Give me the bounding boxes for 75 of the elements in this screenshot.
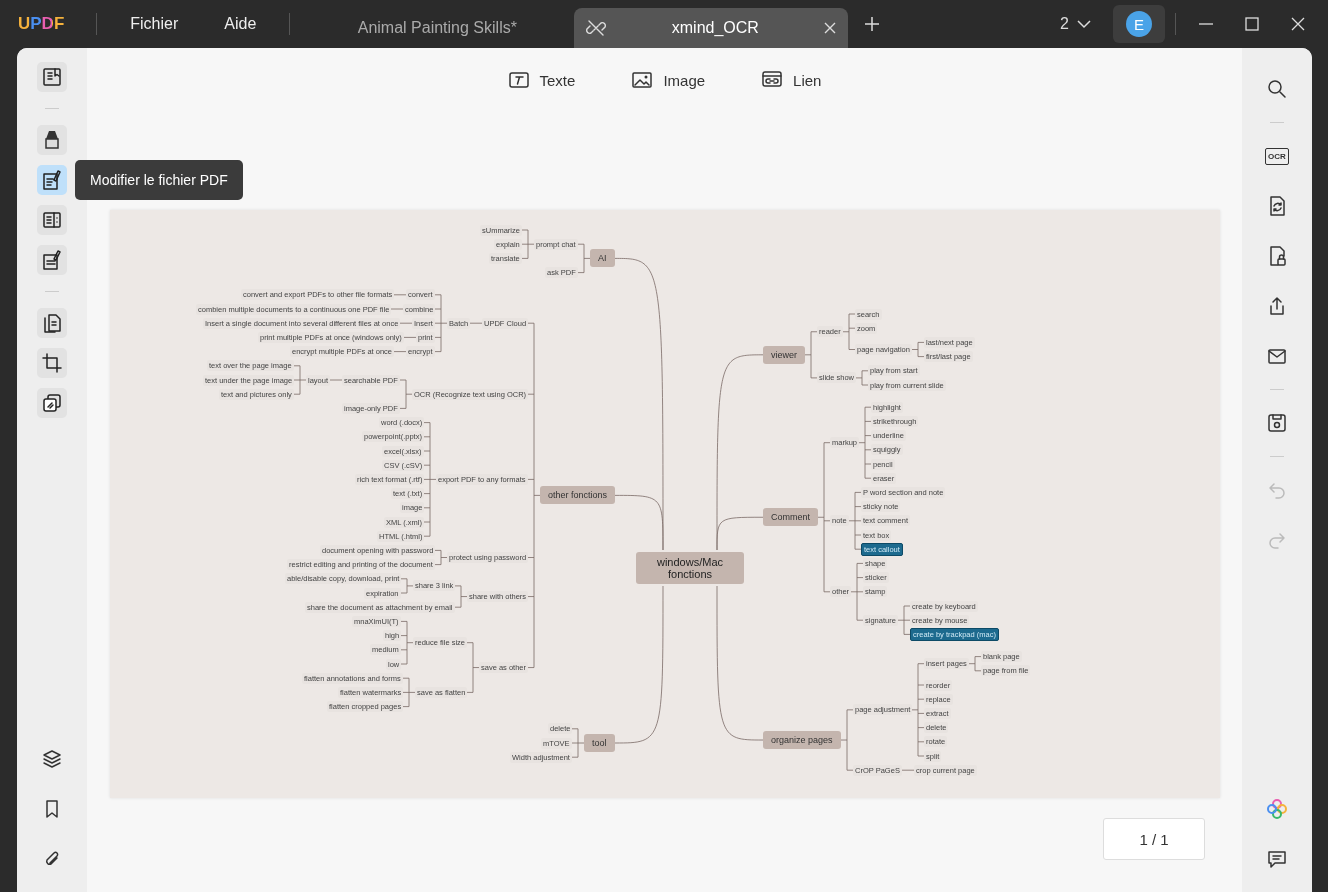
connector-line (393, 351, 407, 352)
tool-button[interactable] (37, 308, 67, 338)
topic-node: other fonctions (540, 486, 616, 505)
connector-line (842, 313, 856, 350)
ocr-button[interactable]: OCR (1265, 147, 1289, 165)
topic-node: viewer (763, 345, 805, 364)
central-topic: windows/Mac fonctions (636, 552, 744, 584)
connector-line (399, 379, 413, 409)
book-icon (41, 66, 63, 88)
add-tab-icon[interactable] (864, 16, 881, 32)
connector-line (403, 337, 417, 338)
layers-icon[interactable] (41, 748, 63, 770)
connector-line (968, 656, 982, 672)
crop-icon (41, 352, 63, 374)
close-icon[interactable] (824, 22, 837, 34)
topic-node: organize pages (763, 731, 841, 749)
menu-item[interactable]: Fichier (107, 15, 202, 33)
edit-document-icon (41, 169, 63, 191)
chevron-down-icon (1077, 19, 1091, 29)
connector-line (469, 322, 483, 324)
connector-line (329, 379, 343, 381)
page-indicator[interactable]: 1 / 1 (1103, 818, 1205, 860)
connector-line (400, 621, 414, 665)
pages-icon (41, 312, 63, 334)
connector-line (434, 294, 448, 352)
signature-document-icon (41, 249, 63, 271)
connector-line (400, 578, 414, 594)
text-tool-icon (507, 69, 530, 91)
tool-button[interactable] (37, 388, 67, 418)
tool-button[interactable] (37, 205, 67, 235)
connector-line (901, 769, 915, 771)
connector-line (850, 563, 864, 621)
toolbar-button[interactable]: Texte (507, 69, 576, 91)
image-icon (631, 69, 654, 91)
tool-button[interactable] (37, 165, 67, 195)
connector-line (434, 550, 448, 565)
window-count-dropdown[interactable]: 2 (1060, 15, 1091, 33)
toolbar-button[interactable]: Lien (761, 69, 822, 91)
connector-line (897, 605, 911, 635)
connector-line (454, 585, 468, 608)
connector-line (390, 308, 404, 310)
connector-line (855, 370, 869, 386)
connector-line (840, 709, 854, 771)
topic-node: AI (590, 249, 615, 268)
unlink-icon (586, 18, 607, 38)
columns-icon (41, 209, 63, 231)
connector-line (571, 728, 585, 758)
topic-node: Comment (763, 508, 818, 527)
connector-line (466, 642, 480, 693)
connector-line (399, 322, 413, 324)
connector-line (848, 492, 862, 550)
flower-icon[interactable] (1266, 798, 1288, 820)
document-tab[interactable]: xmind_OCR (574, 8, 849, 48)
overlapping-squares-icon (41, 392, 63, 414)
close-icon[interactable] (1290, 16, 1306, 32)
tool-button[interactable] (37, 245, 67, 275)
connector-line (402, 677, 416, 707)
connector-line (804, 331, 818, 379)
connector-line (577, 243, 591, 273)
topic-node: tool (584, 734, 615, 752)
maximize-icon[interactable] (1244, 16, 1260, 32)
tool-button[interactable] (37, 348, 67, 378)
connector-line (521, 229, 535, 259)
document-tab[interactable]: Animal Painting Skills* (300, 8, 575, 48)
toolbar-button[interactable]: Image (631, 69, 706, 91)
connector-line (293, 365, 307, 395)
menu-item[interactable]: Aide (201, 15, 280, 33)
tooltip: Modifier le fichier PDF (75, 160, 243, 200)
connector-line (911, 342, 925, 357)
comment-icon[interactable] (1266, 848, 1288, 870)
connector-line (393, 294, 407, 296)
search-icon[interactable] (1266, 78, 1288, 100)
save-icon[interactable] (1266, 412, 1288, 434)
tool-button[interactable] (37, 125, 67, 155)
tool-button[interactable] (37, 62, 67, 92)
